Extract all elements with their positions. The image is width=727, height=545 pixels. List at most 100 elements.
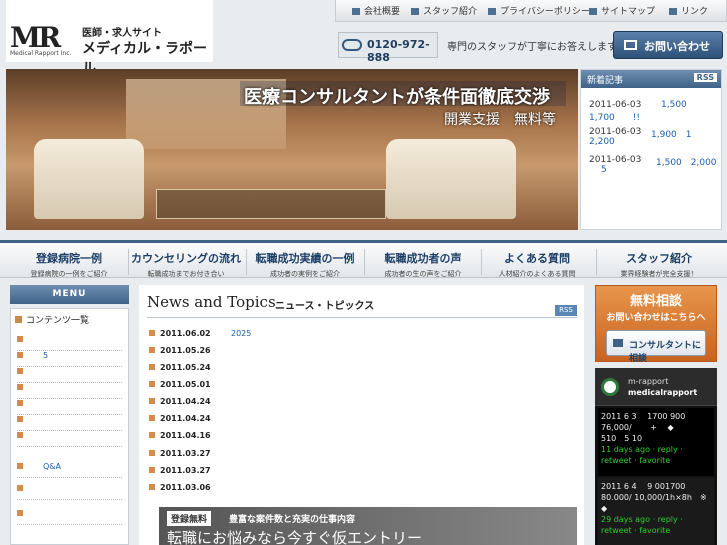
tweet-text: 2011 6 4 9 001700 80.000/ 10,000/1h×8h ※…: [601, 482, 715, 513]
mainnav-voices[interactable]: 転職成功者の声成功者の生の声をご紹介: [364, 250, 482, 279]
news-subtitle: ニュース・トピックス: [275, 301, 375, 312]
tweet-text: 2011 6 3 1700 900 76,000/ + ◆ 510 5 10: [601, 412, 709, 443]
new-article-link[interactable]: 1,500: [661, 100, 687, 110]
page: { "header":{ "logo_mark":"MR", "logo_sub…: [0, 0, 727, 545]
menu-item[interactable]: [17, 431, 122, 447]
phone-message: 専門のスタッフが丁寧にお答えします: [447, 42, 617, 53]
phone-number: 0120-972-888: [367, 38, 430, 64]
mainnav-sub: 業界経験者が完全支援！: [620, 270, 698, 278]
mainnav-title: 転職成功者の声: [384, 252, 462, 265]
free-consult-banner[interactable]: 無料相談 お問い合わせはこちらへ コンサルタントに相談: [595, 285, 717, 364]
mainnav-title: カウンセリングの流れ: [131, 252, 241, 265]
tweet: 2011 6 3 1700 900 76,000/ + ◆ 510 5 10 1…: [598, 408, 714, 476]
contact-button[interactable]: お問い合わせ: [613, 31, 723, 59]
mail-icon: [624, 40, 637, 50]
mainnav-sub: 成功者の実例をご紹介: [270, 270, 340, 278]
menu-item[interactable]: [17, 399, 122, 415]
new-article-link-cont[interactable]: 5: [601, 165, 607, 175]
mainnav-hospitals[interactable]: 登録病院一例 登録病院の一例をご紹介: [10, 250, 128, 279]
consult-subtitle: お問い合わせはこちらへ: [606, 313, 706, 323]
twitter-widget: m-rapport medicalrapport 2011 6 3 1700 9…: [595, 368, 717, 545]
news-date: 2011.04.24: [149, 414, 211, 423]
mainnav-title: スタッフ紹介: [626, 252, 692, 265]
rss-badge[interactable]: RSS: [693, 73, 717, 82]
news-rss-badge[interactable]: RSS: [555, 305, 577, 316]
news-date: 2011.03.27: [149, 466, 211, 475]
mainnav-faq[interactable]: よくある質問 人材紹介のよくある質問: [478, 250, 596, 279]
logo-area[interactable]: MR Medical Rapport Inc. 医師・求人サイト メディカル・ラ…: [6, 0, 213, 77]
mainnav-title: よくある質問: [504, 252, 570, 265]
menu-item[interactable]: [17, 415, 122, 431]
menu-box: コンテンツ一覧 5 Q&A: [10, 308, 129, 545]
hero-sofa-right: [386, 139, 516, 219]
mainnav-sub: 転職成功までお付き合い: [147, 270, 225, 278]
hero-headline: 医療コンサルタントが条件面徹底交渉: [244, 87, 550, 108]
logo-subtitle: Medical Rapport Inc.: [10, 50, 72, 57]
tweet: 2011 6 4 9 001700 80.000/ 10,000/1h×8h ※…: [598, 478, 715, 545]
contact-button-label: お問い合わせ: [644, 40, 710, 53]
mainnav-staff[interactable]: スタッフ紹介業界経験者が完全支援！: [600, 250, 718, 279]
news-date: 2011.05.24: [149, 363, 211, 372]
menu-title: コンテンツ一覧: [15, 313, 89, 326]
news-date: 2011.03.06: [149, 483, 211, 492]
phone-box: 0120-972-888: [338, 32, 438, 64]
hero-banner[interactable]: 医療コンサルタントが条件面徹底交渉 開業支援 無料等: [6, 69, 578, 230]
avatar[interactable]: [601, 378, 619, 396]
mainnav-counseling[interactable]: カウンセリングの流れ転職成功までお付き合い: [127, 250, 245, 279]
entry-badge: 登録無料: [167, 511, 212, 526]
tweet-meta[interactable]: 29 days ago · reply · retweet · favorite: [601, 514, 711, 536]
consult-button[interactable]: コンサルタントに相談: [606, 330, 706, 364]
entry-banner[interactable]: 登録無料 豊富な案件数と充実の仕事内容 転職にお悩みなら今すぐ仮エントリー: [159, 507, 577, 545]
news-divider: [147, 317, 577, 318]
menu-item[interactable]: [17, 509, 122, 525]
consult-title: 無料相談: [629, 294, 682, 309]
entry-headline: 転職にお悩みなら今すぐ仮エントリー: [167, 529, 423, 545]
site-tagline: 医師・求人サイト: [82, 28, 162, 39]
menu-item[interactable]: [17, 367, 122, 383]
menu-item[interactable]: 5: [17, 351, 122, 367]
menu-item[interactable]: [17, 484, 122, 500]
main-nav: 登録病院一例 登録病院の一例をご紹介 カウンセリングの流れ 転職成功までお付き合い …: [0, 240, 727, 278]
new-article-link-cont[interactable]: 2,200: [589, 137, 615, 147]
mainnav-title: 転職成功実績の一例: [255, 252, 355, 265]
news-section: News and Topics ニュース・トピックス RSS 2011.06.0…: [139, 285, 584, 545]
menu-item[interactable]: [17, 335, 122, 351]
new-articles-title: 新着記事: [587, 76, 624, 86]
news-title: News and Topics: [147, 293, 276, 311]
news-date: 2011.04.16: [149, 431, 211, 440]
mainnav-sub: 成功者の生の声をご紹介: [384, 270, 462, 278]
entry-subtitle: 豊富な案件数と充実の仕事内容: [229, 515, 356, 525]
tweet-meta[interactable]: 11 days ago · reply · retweet · favorite: [601, 444, 711, 466]
news-date: 2011.05.01: [149, 380, 211, 389]
new-articles-header: 新着記事 RSS: [581, 70, 721, 88]
news-date: 2011.06.02: [149, 329, 211, 338]
new-article-link[interactable]: 1,500 2,000: [656, 155, 717, 168]
twitter-username[interactable]: m-rapport: [628, 377, 668, 386]
hero-subline: 開業支援 無料等: [444, 112, 556, 128]
new-articles-box: 新着記事 RSS 2011-06-03 1,500 1,700 !! 2011-…: [580, 69, 722, 230]
new-article-link-cont[interactable]: 1,700 !!: [589, 110, 640, 123]
mainnav-sub: 登録病院の一例をご紹介: [30, 270, 108, 278]
topnav-staff[interactable]: スタッフ紹介: [411, 4, 477, 17]
topnav-sitemap[interactable]: サイトマップ: [589, 4, 655, 17]
news-date: 2011.03.27: [149, 449, 211, 458]
top-nav: 会社概要 スタッフ紹介 プライバシーポリシー サイトマップ リンク: [335, 0, 727, 22]
news-date: 2011.04.24: [149, 397, 211, 406]
free-dial-icon: [342, 39, 362, 51]
menu-item[interactable]: Q&A: [17, 462, 122, 478]
new-article-date: 2011-06-03: [589, 155, 642, 165]
news-date: 2011.05.26: [149, 346, 211, 355]
twitter-handle[interactable]: medicalrapport: [628, 388, 697, 397]
nav-divider: [596, 249, 597, 275]
mainnav-results[interactable]: 転職成功実績の一例成功者の実例をご紹介: [246, 250, 364, 279]
news-link[interactable]: 2025: [231, 329, 251, 338]
topnav-privacy[interactable]: プライバシーポリシー: [488, 4, 590, 17]
topnav-links[interactable]: リンク: [669, 4, 708, 17]
hero-table: [156, 189, 386, 219]
new-article-link[interactable]: 1,900 1: [651, 127, 692, 140]
menu-header: MENU: [10, 285, 129, 304]
menu-item[interactable]: [17, 383, 122, 399]
topnav-company[interactable]: 会社概要: [352, 4, 400, 17]
logo-mark: MR: [10, 21, 61, 54]
new-article-date: 2011-06-03: [589, 100, 642, 110]
